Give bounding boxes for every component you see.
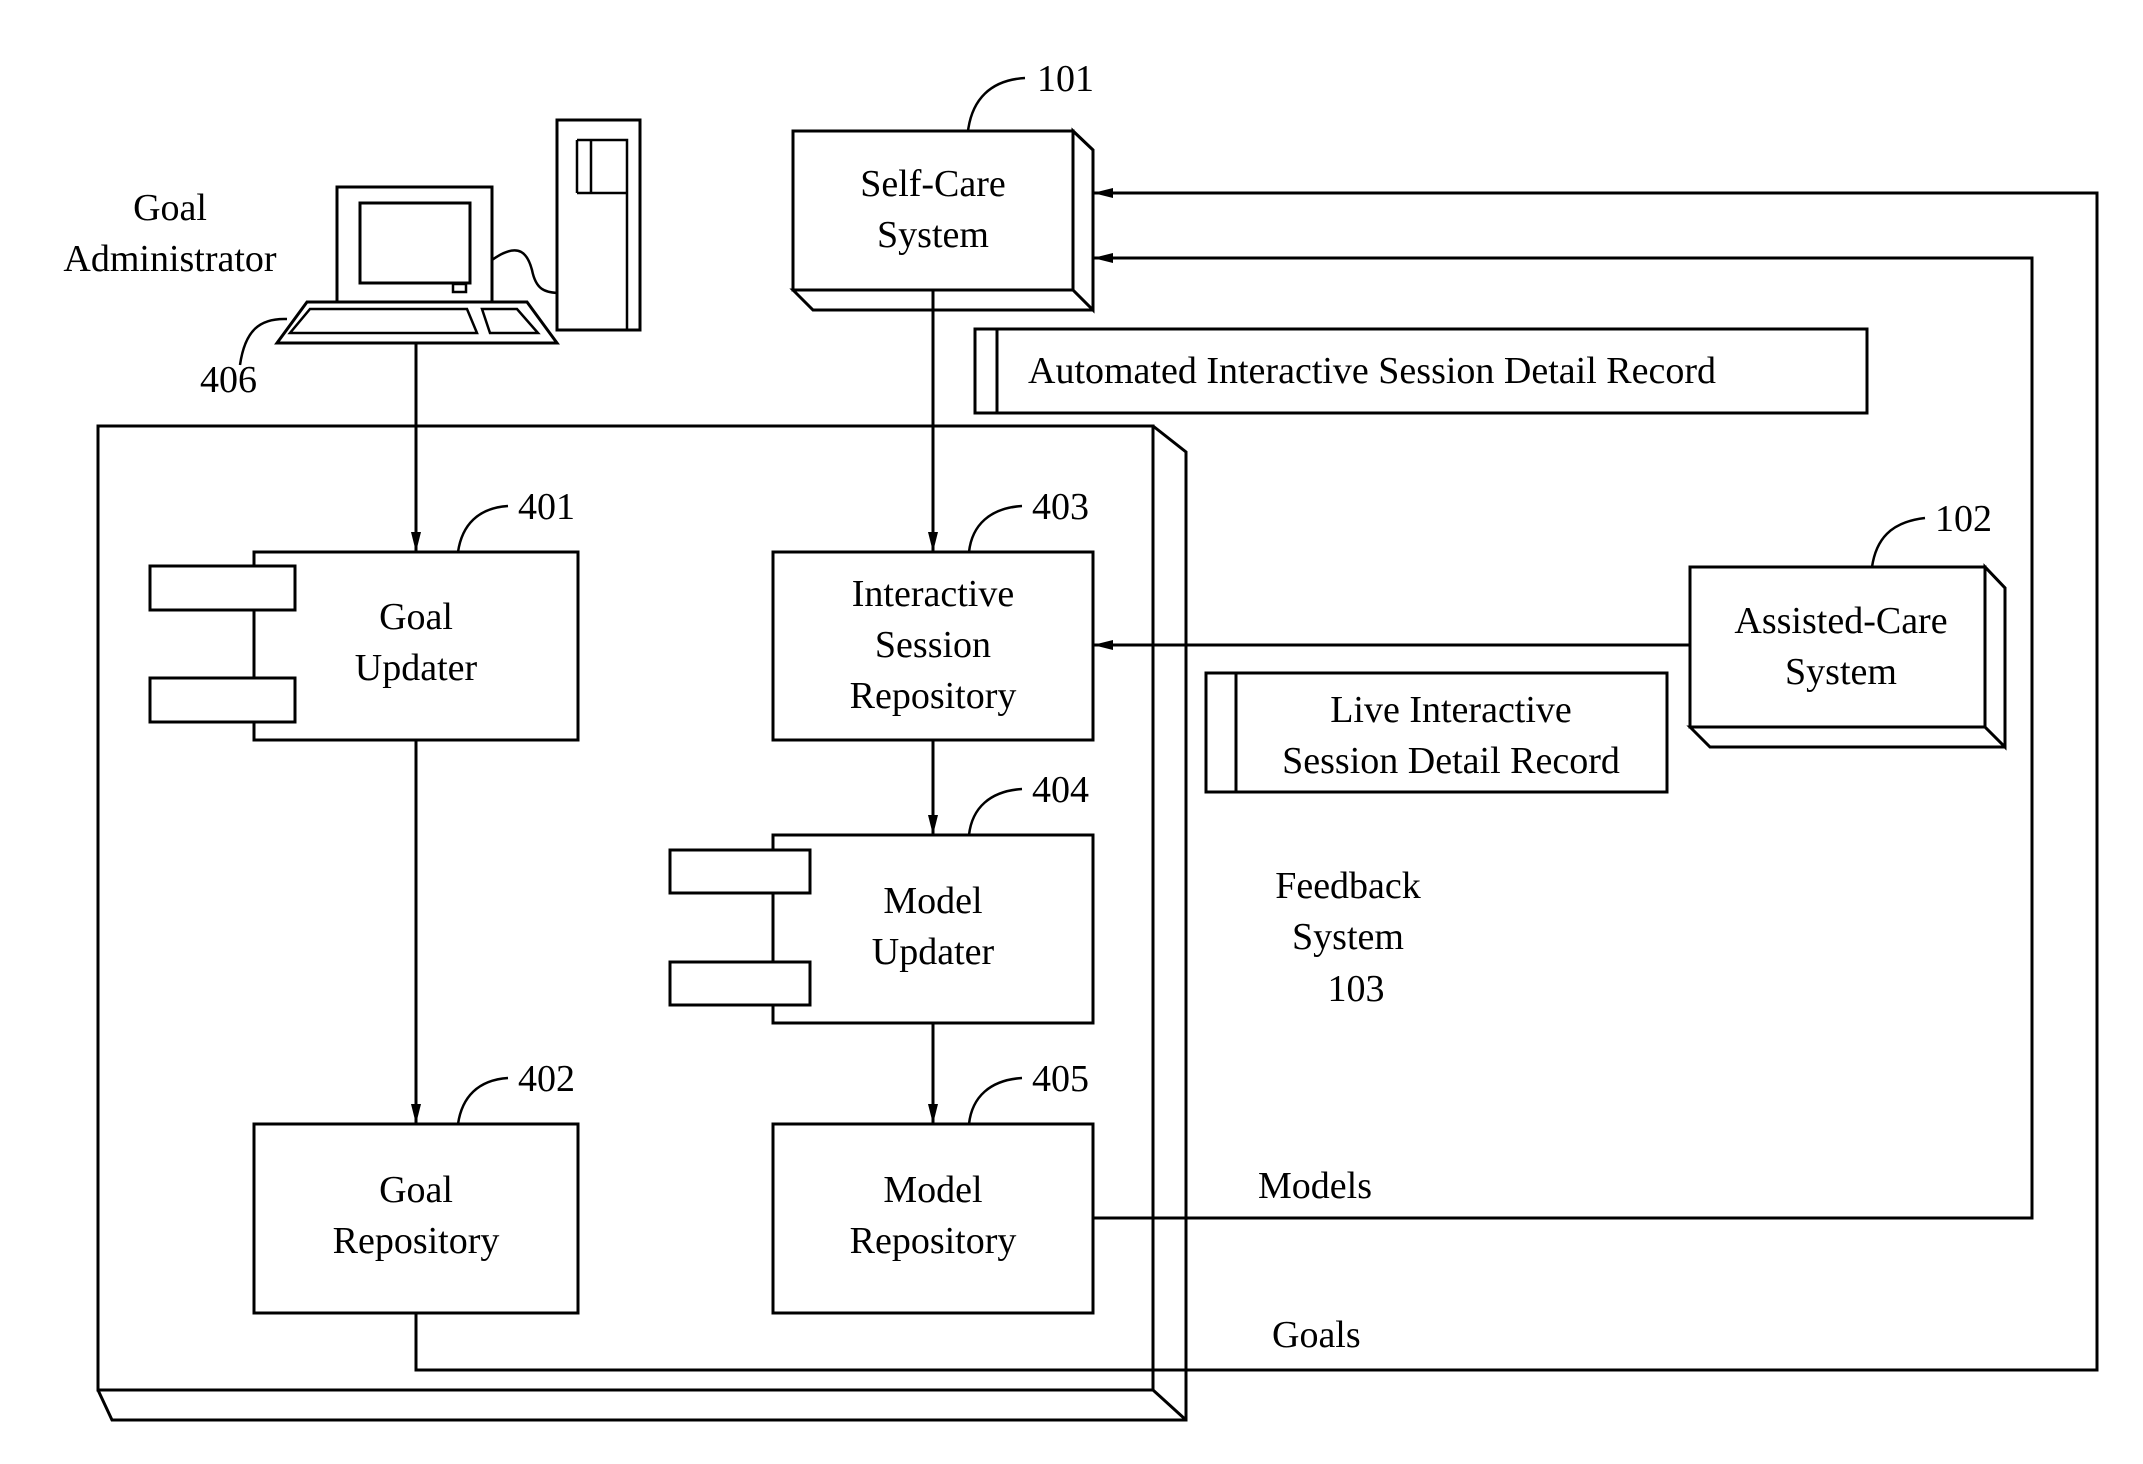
ref-102: 102 [1935,498,1992,540]
goal-repository-label-line1: Goal [379,1169,453,1211]
self-care-label-line2: System [877,214,989,256]
isr-label-line2: Session [875,624,991,666]
feedback-system-label-line1: Feedback [1275,865,1421,907]
ref-405-leader [967,1076,1023,1125]
goal-administrator-label-line2: Administrator [63,238,277,280]
model-updater-node [668,833,1095,1025]
ref-403-leader [967,504,1023,553]
ref-101-leader [966,76,1026,132]
self-care-label-line1: Self-Care [860,163,1006,205]
ref-403: 403 [1032,486,1089,528]
model-repository-label-line1: Model [883,1169,982,1211]
goal-administrator-label-line1: Goal [133,187,207,229]
ref-101: 101 [1037,58,1094,100]
feedback-system-label-line3: 103 [1328,968,1385,1010]
isr-label-line3: Repository [850,675,1017,717]
ref-404: 404 [1032,769,1089,811]
model-updater-label-line1: Model [883,880,982,922]
model-repository-label-line2: Repository [850,1220,1017,1262]
automated-session-record-label: Automated Interactive Session Detail Rec… [1028,350,1716,392]
model-updater-label-line2: Updater [872,931,995,973]
assisted-care-label-line2: System [1785,651,1897,693]
goal-updater-label-line2: Updater [355,647,478,689]
feedback-system-label-line2: System [1292,916,1404,958]
component-tab-icon [148,676,297,724]
computer-icon [238,118,642,366]
ref-404-leader [967,787,1023,836]
component-tab-icon [148,564,297,612]
edge-label-goals: Goals [1272,1314,1361,1356]
ref-406: 406 [200,359,257,401]
model-repository-node [771,1122,1095,1315]
assisted-care-label-line1: Assisted-Care [1734,600,1947,642]
goal-repository-label-line2: Repository [333,1220,500,1262]
goal-updater-node [148,550,580,742]
live-record-label-line1: Live Interactive [1330,689,1572,731]
ref-405: 405 [1032,1058,1089,1100]
live-record-label-line2: Session Detail Record [1282,740,1620,782]
ref-402-leader [456,1076,509,1125]
ref-402: 402 [518,1058,575,1100]
goal-repository-node [252,1122,580,1315]
ref-102-leader [1870,516,1926,568]
goal-updater-label-line1: Goal [379,596,453,638]
diagram-canvas: Goal Administrator 406 Self-Care System … [63,58,2099,1422]
component-tab-icon [668,848,812,895]
component-tab-icon [668,960,812,1007]
isr-label-line1: Interactive [852,573,1014,615]
ref-401-leader [456,504,509,553]
edge-label-models: Models [1258,1165,1372,1207]
ref-401: 401 [518,486,575,528]
